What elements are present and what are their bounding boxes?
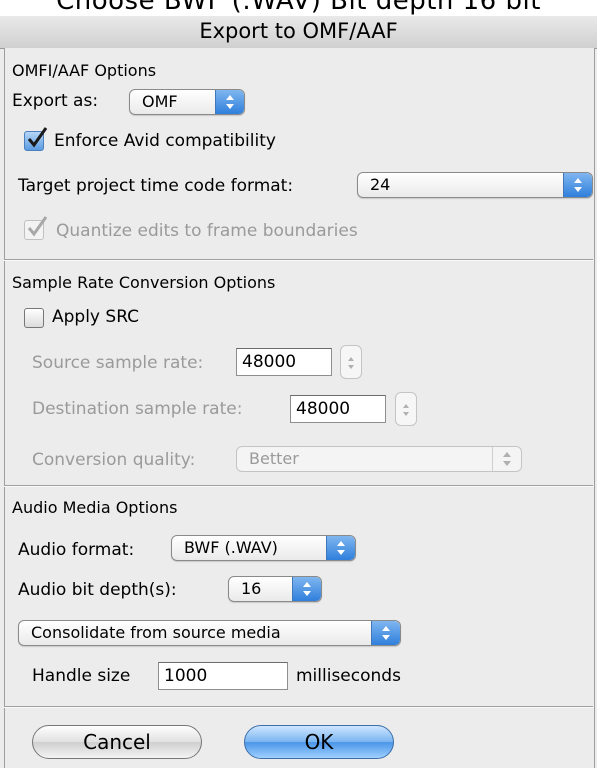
caption-text: Choose BWF (.WAV) Bit depth 16 bit <box>56 0 541 16</box>
handle-size-field[interactable]: 1000 <box>158 662 288 690</box>
popup-arrows-icon <box>326 536 355 560</box>
section-divider <box>4 706 593 708</box>
bit-depth-value: 16 <box>241 579 262 598</box>
apply-src-label: Apply SRC <box>52 307 140 327</box>
consolidate-value: Consolidate from source media <box>31 623 281 642</box>
bit-depth-label: Audio bit depth(s): <box>18 580 177 600</box>
consolidate-popup[interactable]: Consolidate from source media <box>18 620 401 646</box>
ok-button[interactable]: OK <box>244 725 394 759</box>
dest-rate-field[interactable]: 48000 <box>290 395 386 423</box>
popup-arrows-icon <box>492 447 521 471</box>
audio-format-label: Audio format: <box>18 540 135 560</box>
dest-rate-stepper[interactable] <box>395 392 417 426</box>
audio-format-popup[interactable]: BWF (.WAV) <box>171 535 356 561</box>
section-divider <box>4 259 593 261</box>
caption-strip: Choose BWF (.WAV) Bit depth 16 bit <box>0 0 597 16</box>
popup-arrows-icon <box>215 90 244 114</box>
audio-format-value: BWF (.WAV) <box>184 538 278 557</box>
src-section-heading: Sample Rate Conversion Options <box>12 273 276 292</box>
popup-arrows-icon <box>371 621 400 645</box>
bit-depth-popup[interactable]: 16 <box>228 576 322 602</box>
source-rate-stepper[interactable] <box>340 345 362 379</box>
timecode-value: 24 <box>370 175 391 194</box>
timecode-popup[interactable]: 24 <box>357 172 593 198</box>
quality-value: Better <box>249 449 299 468</box>
quantize-label: Quantize edits to frame boundaries <box>56 221 358 241</box>
audio-section-heading: Audio Media Options <box>12 498 178 517</box>
handle-size-unit: milliseconds <box>296 666 401 686</box>
export-as-value: OMF <box>142 92 178 111</box>
enforce-avid-label: Enforce Avid compatibility <box>54 131 276 151</box>
omf-section-heading: OMFI/AAF Options <box>12 61 157 80</box>
quantize-checkbox[interactable] <box>24 216 48 240</box>
handle-size-label: Handle size <box>32 666 131 686</box>
quality-popup[interactable]: Better <box>236 446 522 472</box>
popup-arrows-icon <box>292 577 321 601</box>
dialog-title: Export to OMF/AAF <box>0 16 597 49</box>
dest-rate-label: Destination sample rate: <box>32 399 243 419</box>
export-as-popup[interactable]: OMF <box>129 89 245 115</box>
enforce-avid-checkbox[interactable] <box>24 127 48 151</box>
export-as-label: Export as: <box>12 91 99 111</box>
source-rate-field[interactable]: 48000 <box>236 348 332 376</box>
popup-arrows-icon <box>563 173 592 197</box>
quality-label: Conversion quality: <box>32 450 196 470</box>
section-divider <box>4 485 593 487</box>
apply-src-checkbox[interactable] <box>24 308 44 328</box>
timecode-label: Target project time code format: <box>18 176 294 196</box>
source-rate-label: Source sample rate: <box>32 353 204 373</box>
cancel-button[interactable]: Cancel <box>32 725 202 759</box>
